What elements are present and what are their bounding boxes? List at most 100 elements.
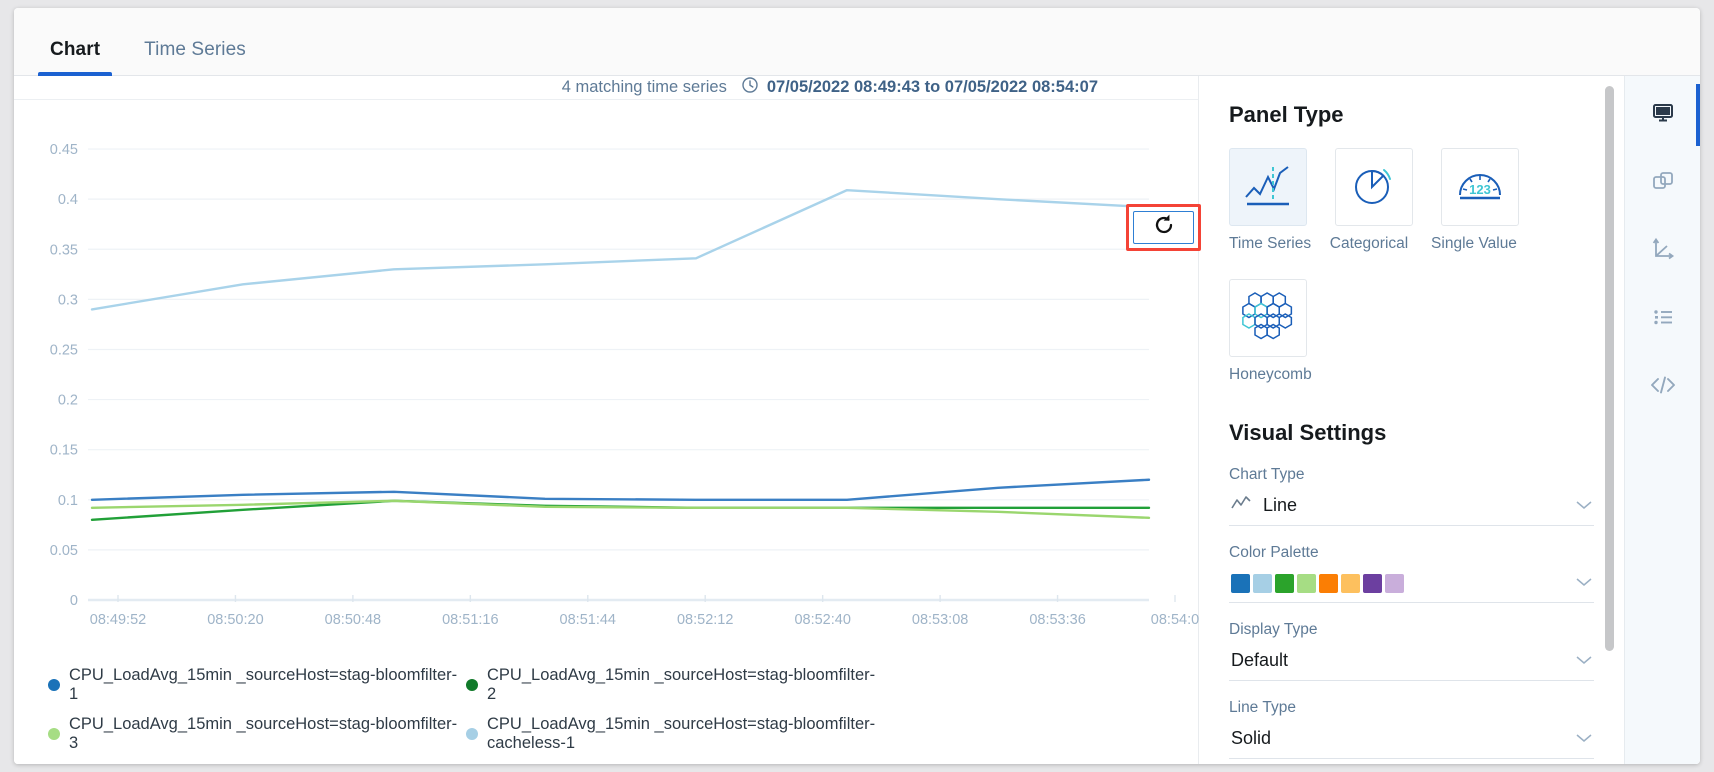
color-swatch bbox=[1231, 574, 1250, 593]
chart-type-select[interactable]: Line bbox=[1229, 491, 1594, 526]
x-axis-tick-label: 08:50:20 bbox=[207, 612, 263, 628]
line-chart-icon bbox=[1231, 495, 1251, 516]
chart-pane: 4 matching time series 07/05/2022 08:49:… bbox=[14, 76, 1199, 764]
list-icon bbox=[1651, 305, 1675, 334]
panel-type-label: Single Value bbox=[1429, 235, 1519, 253]
rail-item-axes[interactable] bbox=[1640, 232, 1686, 270]
right-icon-rail bbox=[1624, 76, 1700, 764]
panel-type-box bbox=[1335, 148, 1413, 226]
chevron-down-icon bbox=[1576, 497, 1592, 515]
layers-icon bbox=[1651, 169, 1675, 198]
scrollbar-thumb[interactable] bbox=[1605, 86, 1614, 651]
line-chart: 00.050.10.150.20.250.30.350.40.4508:49:5… bbox=[14, 100, 1199, 660]
gauge-123-icon: 123 bbox=[1453, 163, 1507, 212]
clock-icon bbox=[741, 76, 759, 99]
tab-bar: Chart Time Series bbox=[14, 8, 1700, 76]
y-axis-tick-label: 0.35 bbox=[50, 242, 78, 258]
chart-type-value: Line bbox=[1263, 495, 1297, 516]
color-palette-select[interactable] bbox=[1229, 569, 1594, 603]
legend-color-dot bbox=[466, 728, 478, 740]
monitor-icon bbox=[1651, 101, 1675, 130]
legend-item[interactable]: CPU_LoadAvg_15min _sourceHost=stag-bloom… bbox=[466, 666, 884, 704]
rail-item-overlays[interactable] bbox=[1640, 164, 1686, 202]
tab-chart[interactable]: Chart bbox=[28, 39, 122, 75]
y-axis-tick-label: 0.05 bbox=[50, 543, 78, 559]
rail-item-json-editor[interactable] bbox=[1640, 368, 1686, 406]
x-axis-tick-label: 08:51:44 bbox=[560, 612, 616, 628]
color-palette-label: Color Palette bbox=[1229, 544, 1594, 562]
panel-type-heading: Panel Type bbox=[1229, 102, 1594, 128]
visual-settings-heading: Visual Settings bbox=[1229, 420, 1594, 446]
chart-type-field: Chart Type Line bbox=[1229, 466, 1594, 526]
x-axis-tick-label: 08:53:08 bbox=[912, 612, 968, 628]
line-type-field: Line Type Solid bbox=[1229, 699, 1594, 759]
settings-pane: Panel Type Time Ser bbox=[1199, 76, 1624, 764]
settings-scrollbar[interactable] bbox=[1605, 78, 1614, 764]
legend-item[interactable]: CPU_LoadAvg_15min _sourceHost=stag-bloom… bbox=[48, 666, 466, 704]
panel-type-label: Honeycomb bbox=[1229, 366, 1307, 384]
y-axis-tick-label: 0.4 bbox=[58, 192, 78, 208]
panel-type-box: 123 bbox=[1441, 148, 1519, 226]
settings-scroll-content: Panel Type Time Ser bbox=[1199, 76, 1624, 759]
color-swatch-row bbox=[1231, 574, 1404, 593]
time-range[interactable]: 07/05/2022 08:49:43 to 07/05/2022 08:54:… bbox=[741, 76, 1098, 99]
line-type-value: Solid bbox=[1231, 728, 1271, 749]
chevron-down-icon bbox=[1576, 652, 1592, 670]
chevron-down-icon bbox=[1576, 574, 1592, 592]
x-axis-tick-label: 08:52:40 bbox=[794, 612, 850, 628]
legend-item[interactable]: CPU_LoadAvg_15min _sourceHost=stag-bloom… bbox=[466, 715, 884, 753]
color-swatch bbox=[1385, 574, 1404, 593]
tab-time-series[interactable]: Time Series bbox=[122, 39, 268, 75]
y-axis-tick-label: 0.15 bbox=[50, 443, 78, 459]
line-type-label: Line Type bbox=[1229, 699, 1594, 717]
x-axis-tick-label: 08:51:16 bbox=[442, 612, 498, 628]
time-series-icon bbox=[1242, 161, 1294, 214]
display-type-select[interactable]: Default bbox=[1229, 646, 1594, 681]
panel-type-honeycomb[interactable]: Honeycomb bbox=[1229, 279, 1307, 384]
display-type-field: Display Type Default bbox=[1229, 621, 1594, 681]
x-axis-tick-label: 08:49:52 bbox=[90, 612, 146, 628]
color-swatch bbox=[1275, 574, 1294, 593]
color-swatch bbox=[1297, 574, 1316, 593]
legend-label: CPU_LoadAvg_15min _sourceHost=stag-bloom… bbox=[69, 666, 466, 704]
color-swatch bbox=[1363, 574, 1382, 593]
panel-editor-window: Chart Time Series 4 matching time series… bbox=[14, 8, 1700, 764]
rail-item-panel-settings[interactable] bbox=[1640, 96, 1686, 134]
panel-type-label: Time Series bbox=[1229, 235, 1307, 253]
y-axis-tick-label: 0.2 bbox=[58, 393, 78, 409]
legend-label: CPU_LoadAvg_15min _sourceHost=stag-bloom… bbox=[487, 715, 884, 753]
panel-type-single-value[interactable]: 123 Single Value bbox=[1441, 148, 1519, 253]
code-icon bbox=[1650, 373, 1676, 402]
legend-color-dot bbox=[48, 679, 60, 691]
matching-series-count: 4 matching time series bbox=[562, 78, 727, 97]
x-axis-tick-label: 08:54:0 bbox=[1151, 612, 1199, 628]
plot-area[interactable]: 00.050.10.150.20.250.30.350.40.4508:49:5… bbox=[14, 100, 1198, 660]
panel-type-grid: Time Series Catego bbox=[1229, 148, 1529, 384]
color-swatch bbox=[1253, 574, 1272, 593]
svg-text:123: 123 bbox=[1469, 182, 1491, 197]
tab-time-series-label: Time Series bbox=[144, 39, 246, 60]
line-type-select[interactable]: Solid bbox=[1229, 724, 1594, 759]
tab-chart-label: Chart bbox=[50, 39, 100, 60]
panel-type-categorical[interactable]: Categorical bbox=[1335, 148, 1413, 253]
x-axis-tick-label: 08:52:12 bbox=[677, 612, 733, 628]
color-swatch bbox=[1341, 574, 1360, 593]
series-line bbox=[92, 480, 1149, 500]
refresh-highlight-box bbox=[1126, 204, 1201, 251]
color-palette-field: Color Palette bbox=[1229, 544, 1594, 603]
x-axis-tick-label: 08:50:48 bbox=[325, 612, 381, 628]
display-type-label: Display Type bbox=[1229, 621, 1594, 639]
rail-item-legend[interactable] bbox=[1640, 300, 1686, 338]
refresh-icon bbox=[1152, 213, 1176, 242]
pie-chart-icon bbox=[1349, 161, 1399, 214]
legend-item[interactable]: CPU_LoadAvg_15min _sourceHost=stag-bloom… bbox=[48, 715, 466, 753]
panel-type-box bbox=[1229, 148, 1307, 226]
x-axis-tick-label: 08:53:36 bbox=[1029, 612, 1085, 628]
legend-label: CPU_LoadAvg_15min _sourceHost=stag-bloom… bbox=[69, 715, 466, 753]
refresh-button[interactable] bbox=[1133, 211, 1194, 244]
editor-body: 4 matching time series 07/05/2022 08:49:… bbox=[14, 76, 1700, 764]
panel-type-time-series[interactable]: Time Series bbox=[1229, 148, 1307, 253]
chart-legend: CPU_LoadAvg_15min _sourceHost=stag-bloom… bbox=[14, 660, 1198, 764]
chevron-down-icon bbox=[1576, 730, 1592, 748]
legend-color-dot bbox=[48, 728, 60, 740]
